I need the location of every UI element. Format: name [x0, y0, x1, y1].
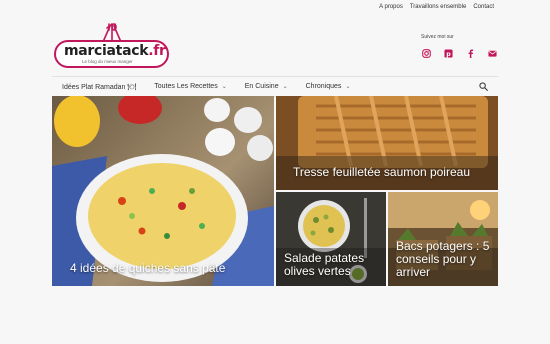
- post-card-tresse[interactable]: Tresse feuilletée saumon poireau: [276, 96, 498, 190]
- post-image-quiches: [52, 96, 274, 286]
- post-card-salade[interactable]: Salade patates olives vertes: [276, 192, 386, 286]
- nav-item-en-cuisine[interactable]: En Cuisine ⌄: [235, 83, 296, 90]
- link-travaillons-ensemble[interactable]: Travaillons ensemble: [410, 4, 466, 10]
- svg-text:p: p: [446, 50, 451, 57]
- search-icon[interactable]: [479, 82, 488, 91]
- post-title: Tresse feuilletée saumon poireau: [293, 165, 470, 179]
- logo-tagline: Le blog du mieux manger: [82, 59, 133, 64]
- post-title: 4 idées de quiches sans pâte: [70, 261, 226, 275]
- nav-item-recettes[interactable]: Toutes Les Recettes ⌄: [144, 83, 234, 90]
- nav-label: En Cuisine: [244, 83, 279, 90]
- follow-label: Suivez moi sur: [421, 34, 454, 40]
- instagram-icon[interactable]: [420, 47, 432, 59]
- social-links: p: [420, 47, 498, 59]
- nav-label: Chroniques: [305, 83, 342, 90]
- featured-posts: 4 idées de quiches sans pâte Tresse feui…: [52, 96, 498, 286]
- nav-label: Toutes Les Recettes: [154, 83, 218, 90]
- chevron-down-icon: ⌄: [221, 84, 227, 90]
- site-logo[interactable]: marciatack.fr Le blog du mieux manger: [54, 22, 172, 72]
- post-title: Bacs potagers : 5 conseils pour y arrive…: [396, 239, 490, 279]
- top-links: A propos Travaillons ensemble Contact: [379, 4, 494, 10]
- chevron-down-icon: ⌄: [345, 84, 351, 90]
- post-card-quiches[interactable]: 4 idées de quiches sans pâte: [52, 96, 274, 286]
- chevron-down-icon: ⌄: [282, 84, 288, 90]
- nav-label: Idées Plat Ramadan 🍽: [62, 83, 137, 91]
- link-a-propos[interactable]: A propos: [379, 4, 403, 10]
- nav-item-chroniques[interactable]: Chroniques ⌄: [296, 83, 359, 90]
- pinterest-icon[interactable]: p: [442, 47, 454, 59]
- facebook-icon[interactable]: [464, 47, 476, 59]
- post-card-bacs-potagers[interactable]: Bacs potagers : 5 conseils pour y arrive…: [388, 192, 498, 286]
- email-icon[interactable]: [486, 47, 498, 59]
- logo-name: marciatack.fr: [64, 43, 166, 59]
- post-title: Salade patates olives vertes: [284, 251, 365, 278]
- main-nav: Idées Plat Ramadan 🍽 Toutes Les Recettes…: [52, 76, 498, 97]
- nav-item-ramadan[interactable]: Idées Plat Ramadan 🍽: [52, 83, 144, 91]
- link-contact[interactable]: Contact: [473, 4, 494, 10]
